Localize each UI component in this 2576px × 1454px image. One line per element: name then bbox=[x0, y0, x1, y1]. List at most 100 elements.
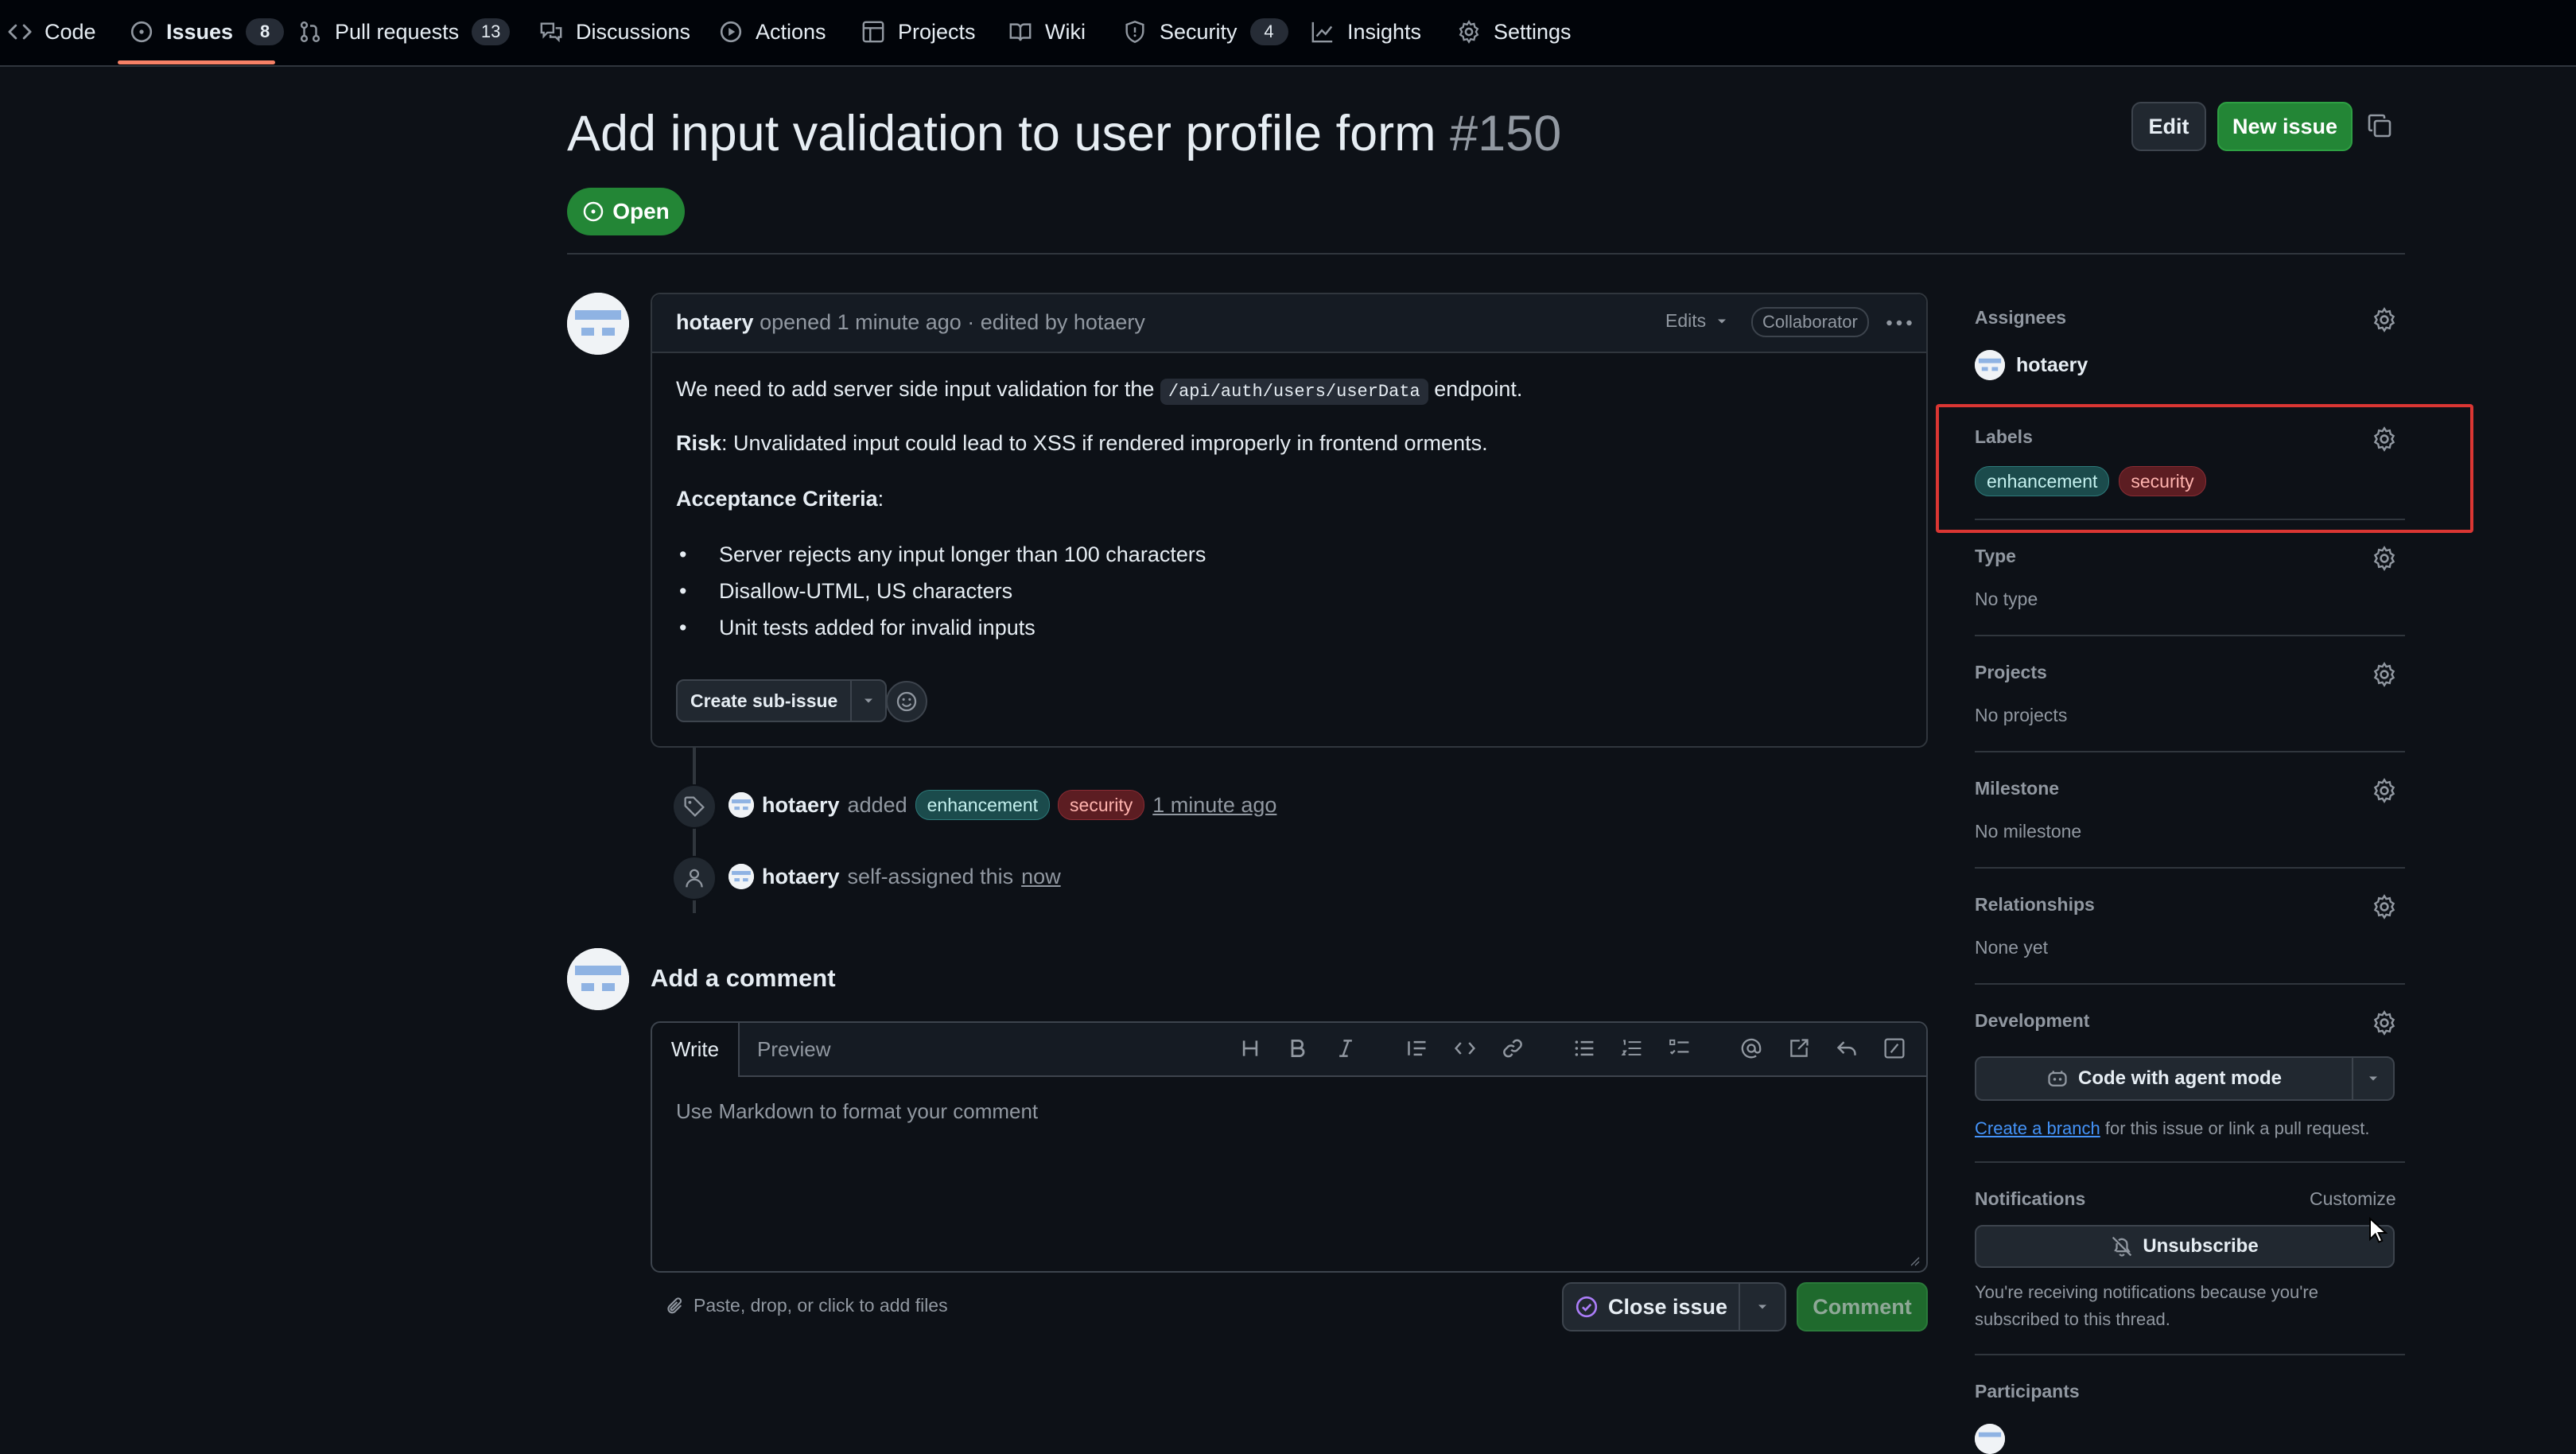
avatar bbox=[729, 792, 754, 818]
reply-icon[interactable] bbox=[1832, 1034, 1861, 1063]
sidebar-divider bbox=[1975, 751, 2405, 752]
repo-nav: Code Issues 8 Pull requests 13 Discussio… bbox=[0, 0, 2576, 67]
tab-projects[interactable]: Projects bbox=[861, 11, 976, 52]
link-icon[interactable] bbox=[1498, 1034, 1527, 1063]
customize-link[interactable]: Customize bbox=[2310, 1188, 2396, 1210]
issue-state-label: Open bbox=[612, 199, 670, 224]
type-heading: Type bbox=[1975, 546, 2016, 566]
italic-icon[interactable] bbox=[1331, 1034, 1360, 1063]
tab-settings[interactable]: Settings bbox=[1457, 11, 1572, 52]
comment-author[interactable]: hotaery bbox=[676, 310, 754, 334]
list-item: • Server rejects any input longer than 10… bbox=[679, 542, 1206, 566]
type-gear-icon[interactable] bbox=[2372, 546, 2397, 571]
development-gear-icon[interactable] bbox=[2372, 1010, 2397, 1036]
participants-heading: Participants bbox=[1975, 1381, 2080, 1402]
development-heading: Development bbox=[1975, 1010, 2090, 1031]
tab-code[interactable]: Code bbox=[8, 11, 96, 52]
graph-icon bbox=[1311, 21, 1333, 43]
heading-icon[interactable] bbox=[1236, 1034, 1265, 1063]
security-count: 4 bbox=[1249, 18, 1288, 45]
copy-icon[interactable] bbox=[2367, 113, 2392, 138]
sidebar-divider bbox=[1975, 1161, 2405, 1163]
create-subissue-button[interactable]: Create sub-issue bbox=[678, 681, 853, 721]
unordered-list-icon[interactable] bbox=[1570, 1034, 1599, 1063]
notification-reason-line-2: subscribed to this thread. bbox=[1975, 1309, 2170, 1329]
create-subissue-dropdown[interactable] bbox=[852, 681, 885, 721]
new-issue-button[interactable]: New issue bbox=[2217, 102, 2353, 151]
relationships-gear-icon[interactable] bbox=[2372, 894, 2397, 919]
body-risk-line: Risk: Unvalidated input could lead to XS… bbox=[676, 431, 1488, 456]
label-enhancement[interactable]: enhancement bbox=[915, 790, 1051, 820]
tab-security-label: Security bbox=[1160, 19, 1237, 44]
tab-pull-requests[interactable]: Pull requests 13 bbox=[298, 11, 511, 52]
kebab-horizontal-icon[interactable] bbox=[1883, 307, 1915, 339]
add-comment-heading: Add a comment bbox=[651, 964, 836, 992]
comment-toolbar: Write Preview bbox=[652, 1023, 1926, 1077]
create-subissue-group: Create sub-issue bbox=[676, 679, 888, 722]
tab-actions-label: Actions bbox=[756, 19, 826, 44]
event-author[interactable]: hotaery bbox=[762, 865, 840, 889]
tab-security[interactable]: Security 4 bbox=[1123, 11, 1288, 52]
notification-reason-line-1: You're receiving notifications because y… bbox=[1975, 1282, 2318, 1302]
assignee-item[interactable]: hotaery bbox=[1975, 350, 2088, 380]
assignee-name: hotaery bbox=[2016, 353, 2088, 376]
agent-mode-dropdown[interactable] bbox=[2353, 1058, 2393, 1099]
edits-dropdown[interactable]: Edits bbox=[1665, 310, 1730, 332]
comment-header: hotaery opened 1 minute ago · edited by … bbox=[652, 294, 1926, 353]
triangle-down-icon bbox=[2369, 1076, 2377, 1081]
agent-mode-group: Code with agent mode bbox=[1975, 1056, 2395, 1101]
quote-icon[interactable] bbox=[1403, 1034, 1432, 1063]
participant-avatar[interactable] bbox=[1975, 1424, 2005, 1454]
milestone-gear-icon[interactable] bbox=[2372, 778, 2397, 803]
cross-reference-icon[interactable] bbox=[1785, 1034, 1813, 1063]
tab-actions[interactable]: Actions bbox=[719, 11, 826, 52]
slash-command-icon[interactable] bbox=[1880, 1034, 1909, 1063]
tab-wiki[interactable]: Wiki bbox=[1008, 11, 1086, 52]
tasklist-icon[interactable] bbox=[1665, 1034, 1694, 1063]
event-time[interactable]: 1 minute ago bbox=[1152, 793, 1276, 818]
issue-opened-icon bbox=[583, 201, 604, 222]
bold-icon[interactable] bbox=[1284, 1034, 1312, 1063]
create-branch-link[interactable]: Create a branch bbox=[1975, 1118, 2100, 1138]
label-security[interactable]: security bbox=[2119, 466, 2206, 496]
labels-gear-icon[interactable] bbox=[2372, 426, 2397, 452]
attach-files-text: Paste, drop, or click to add files bbox=[694, 1295, 948, 1316]
projects-heading: Projects bbox=[1975, 662, 2047, 682]
tab-issues[interactable]: Issues 8 bbox=[130, 11, 285, 52]
relationships-value: None yet bbox=[1975, 937, 2049, 958]
code-with-agent-button[interactable]: Code with agent mode bbox=[1976, 1058, 2353, 1099]
event-action: self-assigned this bbox=[847, 864, 1014, 888]
timeline-label-event: hotaery added enhancement security 1 min… bbox=[729, 787, 1276, 822]
close-issue-dropdown[interactable] bbox=[1740, 1284, 1785, 1330]
projects-gear-icon[interactable] bbox=[2372, 662, 2397, 687]
tab-insights[interactable]: Insights bbox=[1311, 11, 1421, 52]
comment-textarea[interactable]: Use Markdown to format your comment bbox=[676, 1099, 1038, 1124]
add-reaction-button[interactable] bbox=[886, 681, 927, 722]
relationships-heading: Relationships bbox=[1975, 894, 2095, 915]
tab-pull-requests-label: Pull requests bbox=[335, 19, 460, 44]
mention-icon[interactable] bbox=[1737, 1034, 1766, 1063]
event-time[interactable]: now bbox=[1021, 865, 1061, 889]
milestone-value: No milestone bbox=[1975, 821, 2082, 842]
sidebar-divider bbox=[1975, 1354, 2405, 1355]
code-with-agent-label: Code with agent mode bbox=[2077, 1067, 2282, 1089]
attach-files-hint[interactable]: Paste, drop, or click to add files bbox=[665, 1295, 948, 1316]
edit-button[interactable]: Edit bbox=[2131, 102, 2206, 151]
avatar bbox=[567, 948, 629, 1010]
unsubscribe-button[interactable]: Unsubscribe bbox=[1975, 1225, 2395, 1268]
tab-discussions[interactable]: Discussions bbox=[539, 11, 690, 52]
tab-write[interactable]: Write bbox=[652, 1023, 740, 1077]
resize-handle-icon[interactable] bbox=[1907, 1254, 1920, 1266]
code-icon[interactable] bbox=[1451, 1034, 1479, 1063]
close-issue-button[interactable]: Close issue bbox=[1564, 1284, 1740, 1330]
person-icon bbox=[672, 856, 717, 900]
ordered-list-icon[interactable] bbox=[1618, 1034, 1646, 1063]
comment-submit-button[interactable]: Comment bbox=[1797, 1282, 1928, 1332]
criteria-colon: : bbox=[877, 487, 884, 511]
label-security[interactable]: security bbox=[1058, 790, 1145, 820]
avatar[interactable] bbox=[567, 293, 629, 355]
tab-preview[interactable]: Preview bbox=[757, 1023, 830, 1075]
event-author[interactable]: hotaery bbox=[762, 793, 840, 818]
assignees-gear-icon[interactable] bbox=[2372, 307, 2397, 332]
label-enhancement[interactable]: enhancement bbox=[1975, 466, 2110, 496]
